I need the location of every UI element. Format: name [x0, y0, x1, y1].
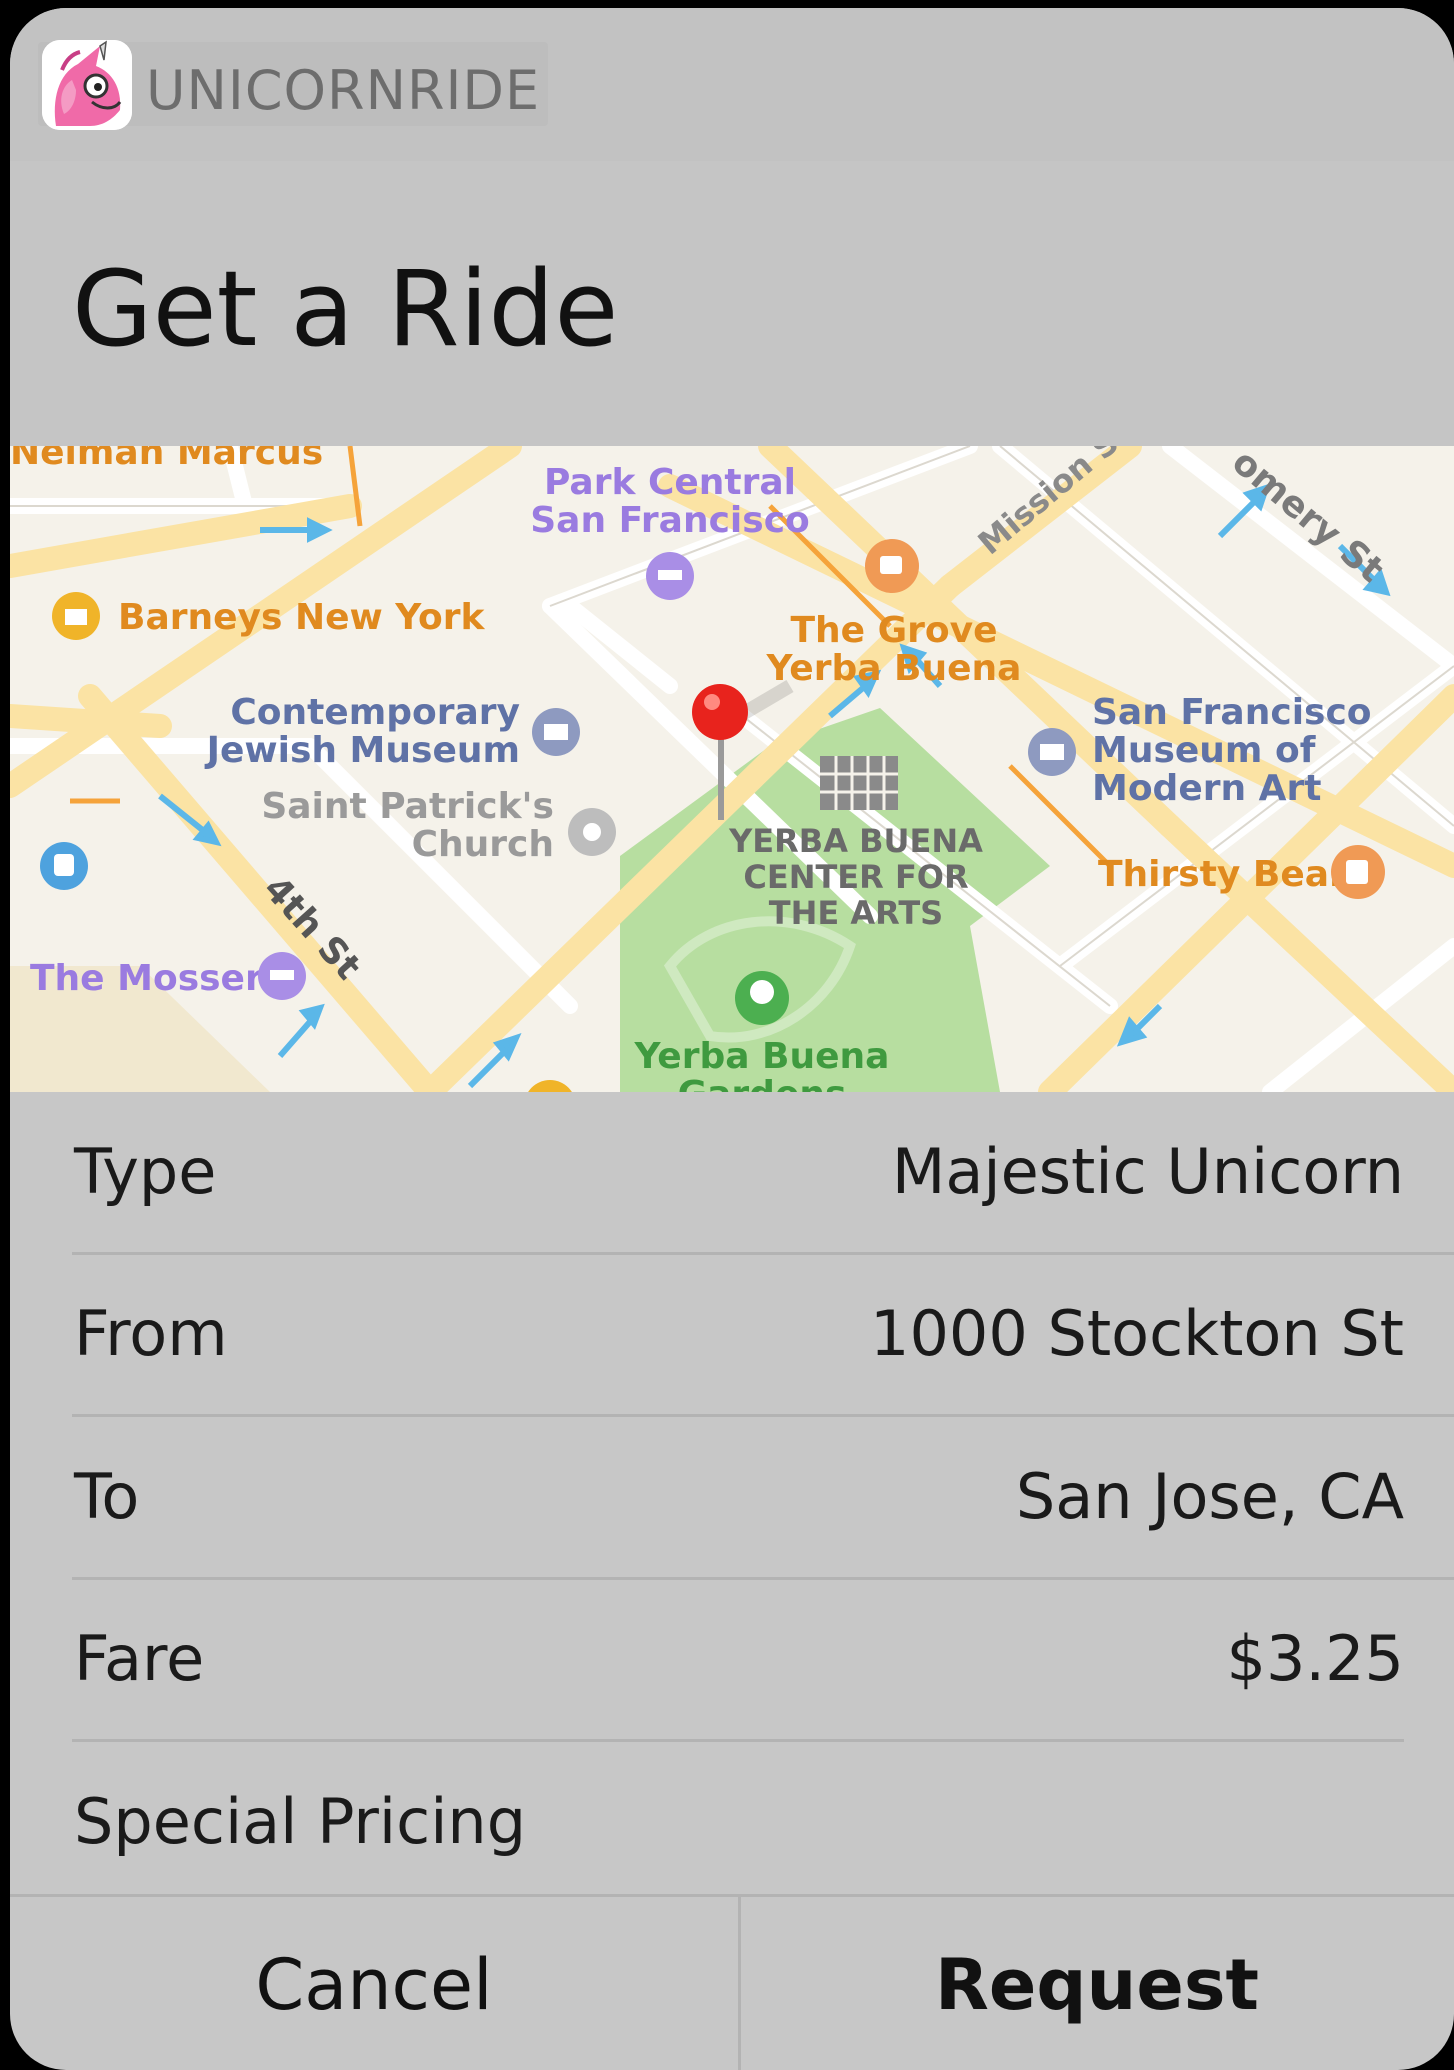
detail-row-from[interactable]: From 1000 Stockton St	[10, 1254, 1454, 1416]
map-label-thirsty: Thirsty Bear	[1098, 854, 1347, 895]
map-label-cjm-1: Contemporary	[230, 692, 520, 733]
map-label-barneys: Barneys New York	[118, 597, 486, 638]
map-label-ybca-1: YERBA BUENA	[728, 822, 983, 860]
fare-value: $3.25	[1226, 1622, 1405, 1695]
map-label-st-patrick-1: Saint Patrick's	[261, 786, 554, 827]
map-label-mosser: The Mosser	[30, 958, 263, 999]
map-label-gardens-1: Yerba Buena	[634, 1036, 890, 1077]
detail-row-to[interactable]: To San Jose, CA	[10, 1417, 1454, 1579]
action-bar: Cancel Request	[10, 1894, 1454, 2070]
app-header: UNICORNRIDE	[10, 8, 1454, 161]
map-label-gardens-2: Gardens	[678, 1074, 847, 1092]
unicorn-icon	[42, 40, 132, 130]
map-label-st-patrick-2: Church	[412, 824, 554, 865]
request-button[interactable]: Request	[740, 1897, 1454, 2070]
type-label: Type	[74, 1135, 217, 1208]
detail-row-type[interactable]: Type Majestic Unicorn	[10, 1092, 1454, 1254]
map-label-sfmoma-1: San Francisco	[1092, 692, 1372, 733]
page-title: Get a Ride	[72, 248, 619, 370]
title-bar: Get a Ride	[10, 161, 1454, 446]
to-label: To	[74, 1460, 140, 1533]
map-label-ybca-3: THE ARTS	[769, 894, 943, 932]
to-value: San Jose, CA	[1015, 1460, 1404, 1533]
map-label-park-central-2: San Francisco	[530, 500, 810, 541]
map-label-sfmoma-2: Museum of	[1092, 730, 1316, 771]
special-pricing-label: Special Pricing	[74, 1785, 527, 1858]
building-icon	[820, 756, 898, 810]
ride-request-sheet: UNICORNRIDE Get a Ride Neiman Marcus Par…	[10, 8, 1454, 2070]
map-label-grove-2: Yerba Buena	[766, 648, 1022, 689]
from-label: From	[74, 1297, 228, 1370]
map-label-ybca-2: CENTER FOR	[743, 858, 968, 896]
cancel-button[interactable]: Cancel	[10, 1897, 738, 2070]
map-label-cjm-2: Jewish Museum	[204, 730, 520, 771]
map-label-sfmoma-3: Modern Art	[1092, 768, 1321, 809]
detail-row-special-pricing[interactable]: Special Pricing	[10, 1742, 1454, 1904]
app-name: UNICORNRIDE	[146, 59, 541, 122]
from-value: 1000 Stockton St	[870, 1297, 1404, 1370]
map-label-neiman: Neiman Marcus	[10, 446, 323, 473]
detail-row-fare[interactable]: Fare $3.25	[10, 1579, 1454, 1741]
type-value: Majestic Unicorn	[891, 1135, 1404, 1208]
fare-label: Fare	[74, 1622, 205, 1695]
map-label-grove-1: The Grove	[790, 610, 997, 651]
map-label-park-central-1: Park Central	[544, 462, 796, 503]
map-view[interactable]: Neiman Marcus Park Central San Francisco…	[10, 446, 1454, 1092]
